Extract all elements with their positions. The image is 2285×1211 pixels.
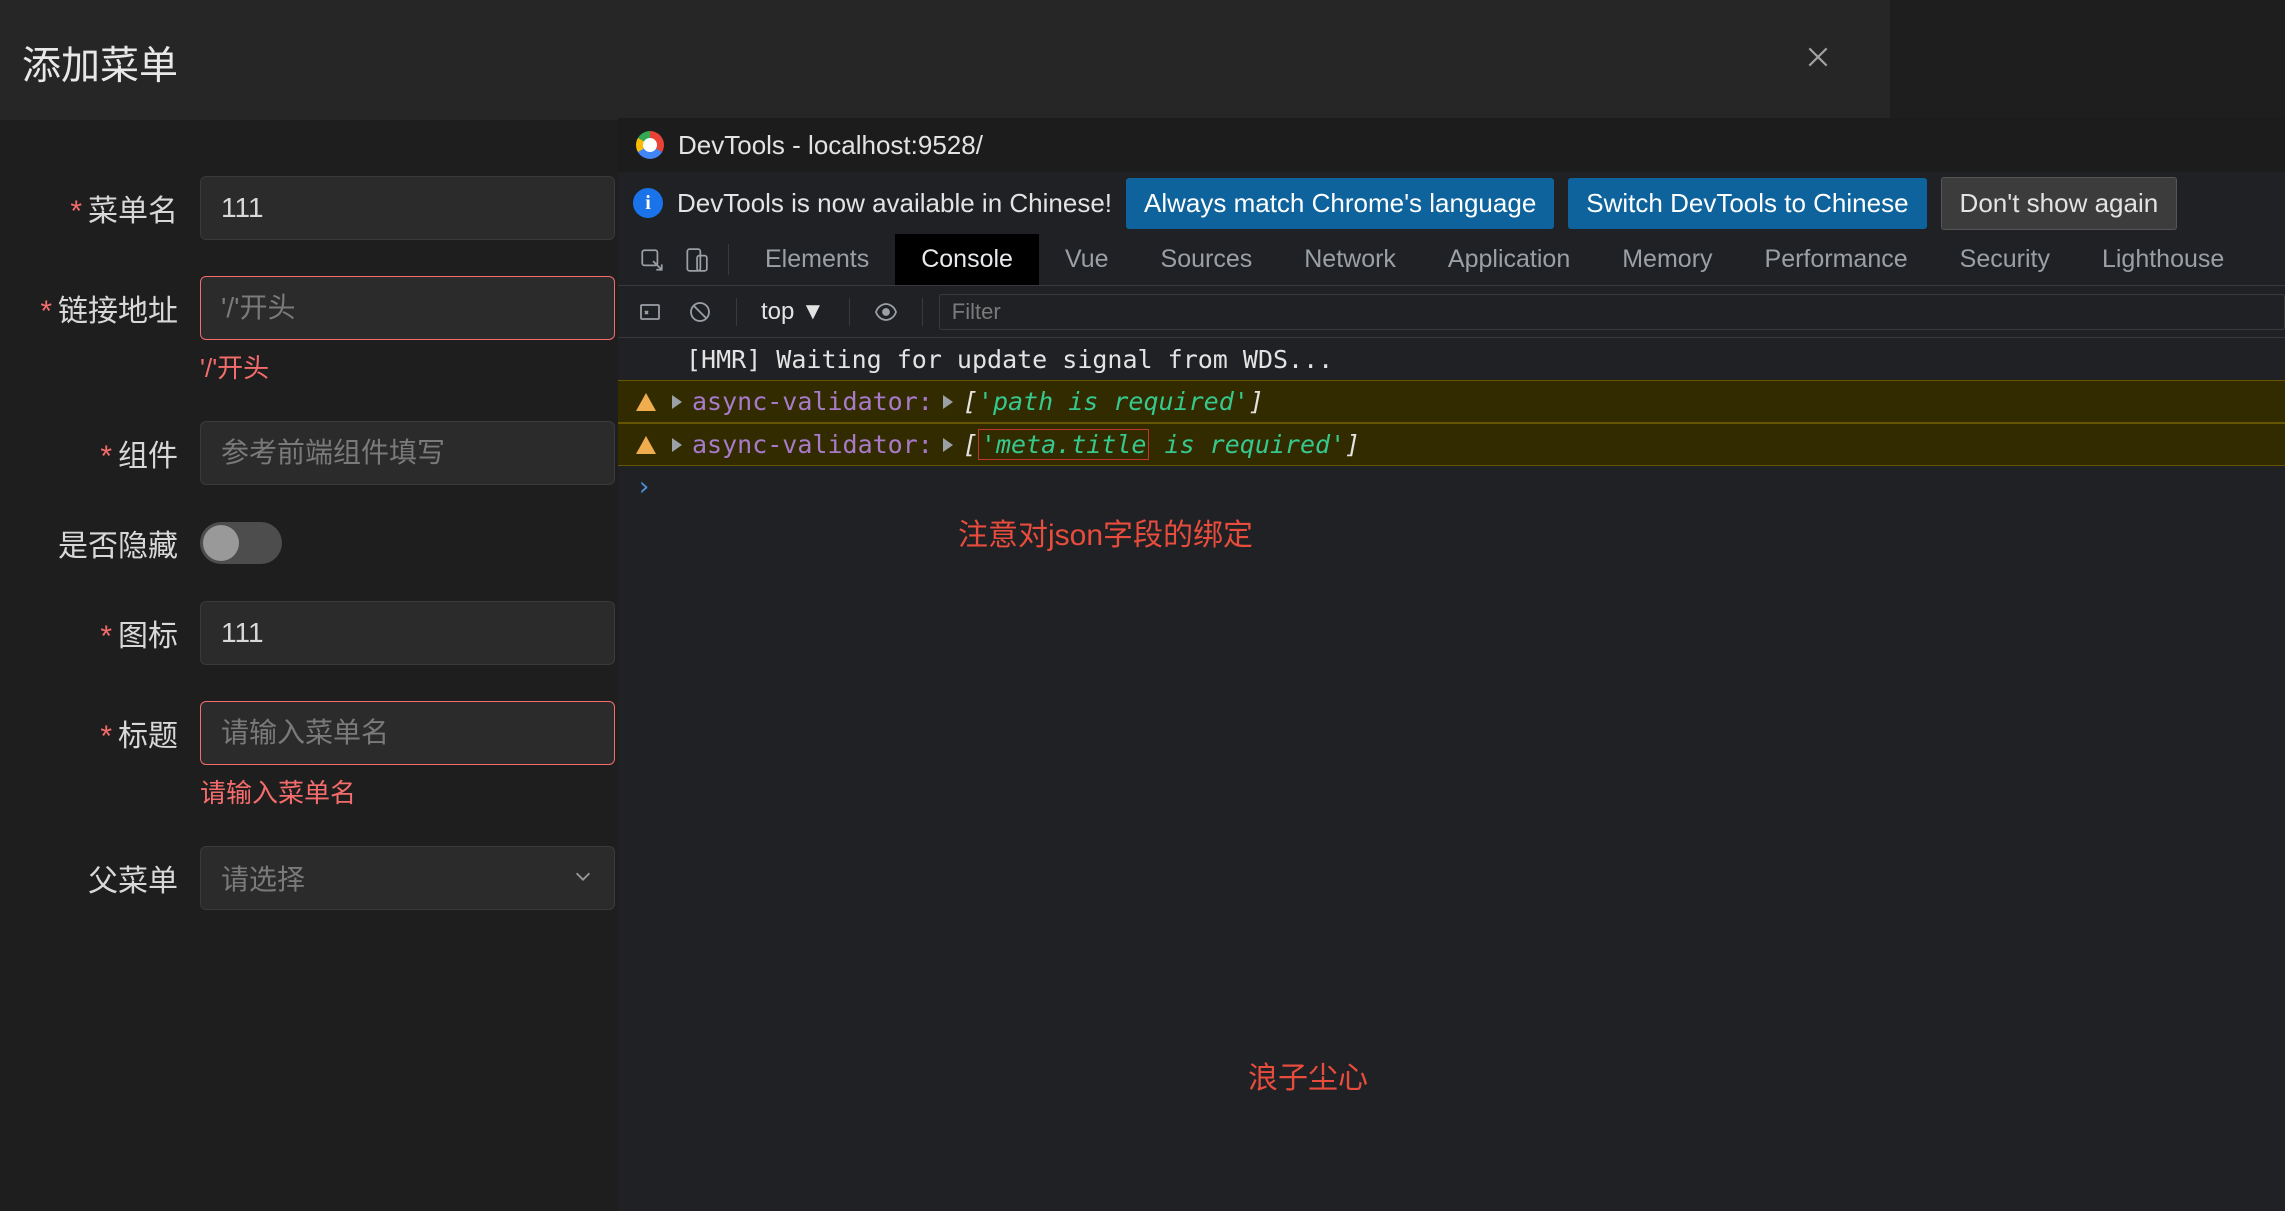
devtools-titlebar: DevTools - localhost:9528/ [618, 118, 2285, 172]
tab-application[interactable]: Application [1422, 234, 1596, 285]
tab-separator [728, 244, 729, 275]
close-button[interactable] [1801, 40, 1835, 74]
row-icon: *图标 [0, 601, 620, 665]
btn-always-match[interactable]: Always match Chrome's language [1126, 178, 1554, 229]
console-line: [HMR] Waiting for update signal from WDS… [618, 338, 2285, 380]
live-expression-icon[interactable] [866, 292, 906, 332]
dialog-title: 添加菜单 [22, 35, 178, 91]
tab-lighthouse[interactable]: Lighthouse [2076, 234, 2250, 285]
tab-memory[interactable]: Memory [1596, 234, 1738, 285]
input-icon[interactable] [200, 601, 615, 665]
tab-network[interactable]: Network [1278, 234, 1422, 285]
tab-sources[interactable]: Sources [1135, 234, 1279, 285]
context-dropdown[interactable]: top ▼ [753, 298, 833, 326]
row-parent: 父菜单 请选择 [0, 846, 620, 910]
warning-icon [636, 393, 656, 411]
expand-caret-icon[interactable] [672, 438, 682, 452]
select-parent-text: 请选择 [221, 858, 305, 898]
warn-content: ['path is required'] [963, 387, 1264, 416]
label-link-path: *链接地址 [0, 286, 200, 330]
expand-caret-icon[interactable] [943, 438, 953, 452]
dialog-header: 添加菜单 [0, 0, 1890, 120]
console-prompt[interactable]: › [618, 466, 2285, 508]
btn-switch-chinese[interactable]: Switch DevTools to Chinese [1568, 178, 1926, 229]
expand-caret-icon[interactable] [672, 395, 682, 409]
info-icon: i [633, 188, 663, 218]
tab-elements[interactable]: Elements [739, 234, 895, 285]
input-title[interactable] [200, 701, 615, 765]
tab-vue[interactable]: Vue [1039, 234, 1135, 285]
row-component: *组件 [0, 421, 620, 485]
toolbar-separator [922, 298, 923, 326]
switch-knob [203, 525, 239, 561]
expand-caret-icon[interactable] [943, 395, 953, 409]
device-icon[interactable] [674, 234, 718, 285]
warning-icon [636, 436, 656, 454]
devtools-tabs: Elements Console Vue Sources Network App… [618, 234, 2285, 286]
console-toolbar: top ▼ [618, 286, 2285, 338]
close-icon [1805, 44, 1831, 70]
row-title: *标题 [0, 701, 620, 765]
annotation-signature: 浪子尘心 [1248, 1053, 1368, 1097]
warn-label: async-validator: [692, 430, 933, 459]
label-title: *标题 [0, 711, 200, 755]
row-hidden: 是否隐藏 [0, 521, 620, 565]
inspect-icon[interactable] [630, 234, 674, 285]
row-link-path: *链接地址 [0, 276, 620, 340]
toolbar-separator [849, 298, 850, 326]
error-title: 请输入菜单名 [200, 773, 620, 810]
toolbar-separator [736, 298, 737, 326]
label-menu-name: *菜单名 [0, 186, 200, 230]
select-parent[interactable]: 请选择 [200, 846, 615, 910]
switch-hidden[interactable] [200, 522, 282, 564]
menu-form: *菜单名 *链接地址 '/'开头 *组件 是否隐藏 *图标 *标题 请输入菜单名… [0, 120, 620, 1020]
chevron-down-icon [572, 865, 594, 892]
label-component: *组件 [0, 431, 200, 475]
console-output: [HMR] Waiting for update signal from WDS… [618, 338, 2285, 508]
devtools-infobar: i DevTools is now available in Chinese! … [618, 172, 2285, 234]
row-menu-name: *菜单名 [0, 176, 620, 240]
console-warning[interactable]: async-validator: ['path is required'] [618, 380, 2285, 423]
warn-label: async-validator: [692, 387, 933, 416]
tab-console[interactable]: Console [895, 234, 1039, 285]
warn-content: ['meta.title is required'] [963, 430, 1360, 459]
devtools-window: DevTools - localhost:9528/ i DevTools is… [618, 118, 2285, 1211]
clear-console-icon[interactable] [680, 292, 720, 332]
input-component[interactable] [200, 421, 615, 485]
infobar-text: DevTools is now available in Chinese! [677, 188, 1112, 219]
chrome-icon [636, 131, 664, 159]
input-menu-name[interactable] [200, 176, 615, 240]
console-sidebar-icon[interactable] [630, 292, 670, 332]
label-icon: *图标 [0, 611, 200, 655]
label-parent: 父菜单 [0, 856, 200, 900]
input-link-path[interactable] [200, 276, 615, 340]
label-hidden: 是否隐藏 [0, 521, 200, 565]
tab-performance[interactable]: Performance [1739, 234, 1934, 285]
annotation-json-binding: 注意对json字段的绑定 [958, 510, 1253, 554]
error-link-path: '/'开头 [200, 348, 620, 385]
devtools-title: DevTools - localhost:9528/ [678, 130, 983, 161]
console-warning[interactable]: async-validator: ['meta.title is require… [618, 423, 2285, 466]
btn-dont-show[interactable]: Don't show again [1941, 177, 2178, 230]
console-filter[interactable] [939, 294, 2285, 330]
tab-security[interactable]: Security [1934, 234, 2076, 285]
